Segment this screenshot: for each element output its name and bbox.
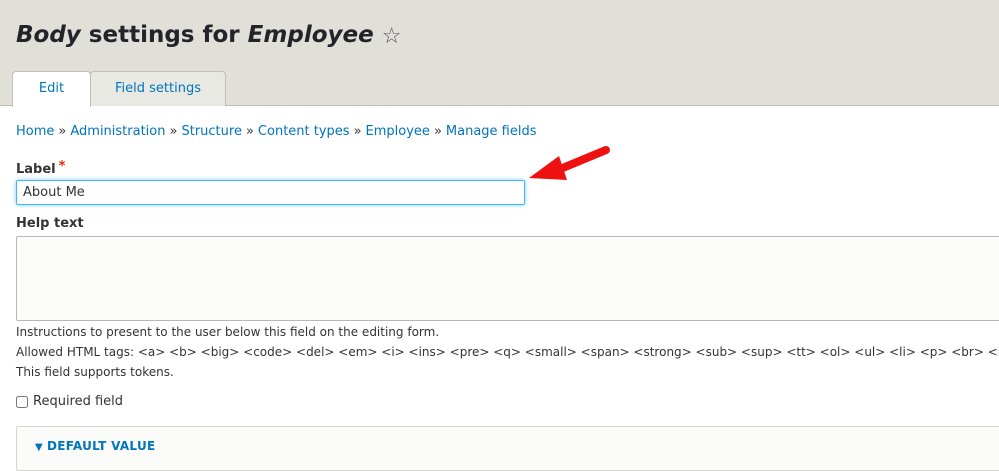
required-marker: * — [58, 159, 66, 174]
required-field-checkbox[interactable] — [16, 395, 28, 408]
title-middle: settings for — [80, 22, 248, 48]
tokens-note: This field supports tokens. — [16, 365, 174, 379]
tab-field-settings[interactable]: Field settings — [90, 71, 226, 106]
label-field-label-text: Label — [16, 162, 56, 177]
breadcrumb: Home» Administration» Structure» Content ty… — [16, 124, 537, 139]
breadcrumb-home[interactable]: Home — [16, 124, 54, 139]
breadcrumb-structure[interactable]: Structure — [181, 124, 241, 139]
breadcrumb-content-types[interactable]: Content types — [258, 124, 350, 139]
triangle-down-icon: ▼ — [35, 442, 43, 453]
default-value-details: ▼ Default value — [16, 426, 999, 471]
breadcrumb-separator: » — [245, 124, 254, 139]
default-value-summary[interactable]: ▼ Default value — [35, 439, 155, 453]
help-text-label: Help text — [16, 216, 84, 231]
help-text-description: Instructions to present to the user belo… — [16, 325, 440, 339]
title-entity-name: Employee — [247, 22, 374, 48]
title-field-name: Body — [16, 22, 81, 48]
help-text-textarea[interactable] — [16, 236, 999, 321]
breadcrumb-administration[interactable]: Administration — [70, 124, 165, 139]
page-title: Body settings for Employee ☆ — [16, 20, 401, 52]
required-field-row: Required field — [16, 394, 123, 409]
page-header: Body settings for Employee ☆ Edit Field s… — [0, 0, 999, 107]
star-outline-icon[interactable]: ☆ — [382, 22, 402, 52]
breadcrumb-manage-fields[interactable]: Manage fields — [446, 124, 537, 139]
breadcrumb-employee[interactable]: Employee — [366, 124, 430, 139]
annotation-arrow-icon — [529, 146, 610, 180]
label-input[interactable] — [16, 180, 525, 205]
required-field-label[interactable]: Required field — [33, 394, 123, 409]
default-value-summary-text: Default value — [47, 439, 156, 453]
allowed-html-tags: Allowed HTML tags: <a> <b> <big> <code> … — [16, 345, 999, 359]
breadcrumb-separator: » — [58, 124, 67, 139]
breadcrumb-separator: » — [433, 124, 442, 139]
breadcrumb-separator: » — [353, 124, 362, 139]
label-field-label: Label * — [16, 159, 65, 177]
breadcrumb-separator: » — [169, 124, 178, 139]
tab-edit[interactable]: Edit — [12, 71, 91, 107]
